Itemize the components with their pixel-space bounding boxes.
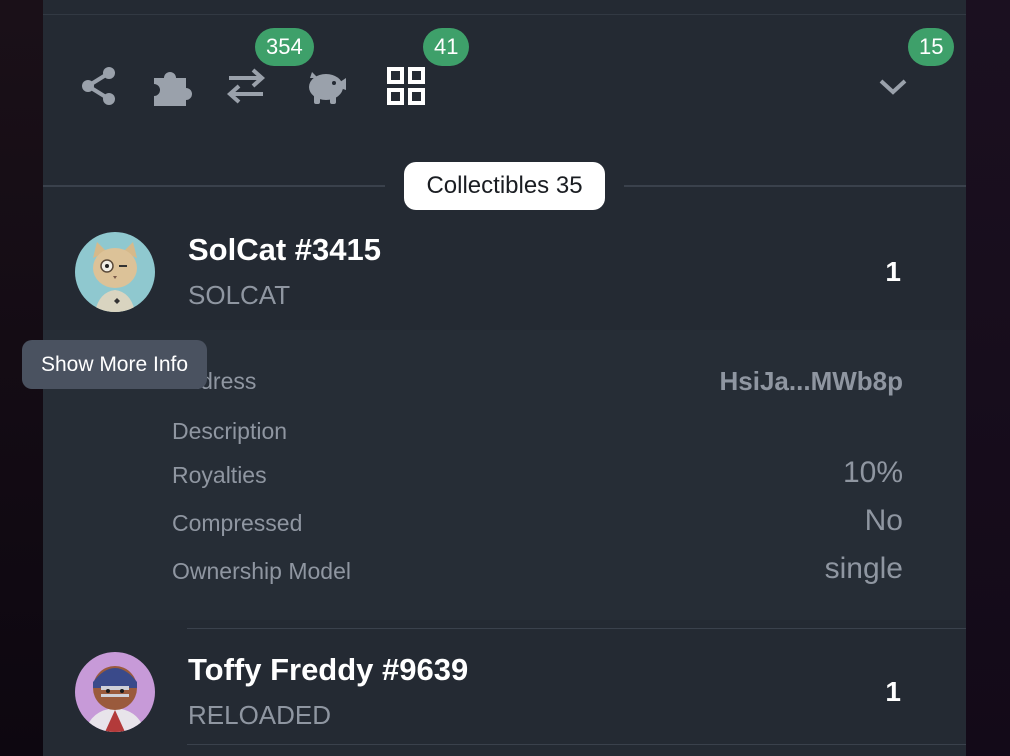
more-button[interactable]	[871, 66, 915, 110]
swap-icon	[225, 66, 267, 111]
item-name: Toffy Freddy #9639	[188, 652, 469, 687]
detail-row-royalties: Royalties 10%	[172, 456, 903, 496]
royalties-value: 10%	[842, 456, 903, 489]
piggy-bank-icon	[304, 66, 348, 111]
puzzle-icon	[150, 64, 194, 113]
item-quantity: 1	[885, 676, 901, 707]
ownership-model-value: single	[824, 552, 903, 585]
collectibles-count-badge: 41	[423, 28, 470, 66]
toolbar: 354 41 15	[43, 28, 966, 130]
compressed-value: No	[864, 504, 903, 537]
collectible-row-solcat[interactable]: SolCat #3415 SOLCAT 1	[43, 218, 966, 328]
item-quantity: 1	[885, 256, 901, 287]
show-more-info-tooltip: Show More Info	[22, 340, 207, 389]
more-count-badge: 15	[908, 28, 955, 66]
divider-line-right	[624, 185, 966, 187]
swap-count-badge: 354	[255, 28, 314, 66]
chevron-down-icon	[878, 76, 908, 101]
detail-row-ownership-model: Ownership Model single	[172, 552, 903, 592]
staking-button[interactable]	[304, 66, 348, 110]
section-divider: Collectibles 35	[43, 162, 966, 210]
top-divider	[43, 14, 966, 15]
grid-icon	[386, 66, 426, 111]
divider-line-left	[43, 185, 385, 187]
share-icon	[79, 65, 119, 112]
detail-label: Royalties	[172, 462, 267, 488]
share-button[interactable]	[77, 66, 121, 110]
item-name: SolCat #3415	[188, 232, 381, 267]
solcat-avatar	[75, 232, 155, 312]
row-separator	[187, 744, 966, 745]
collectibles-section-label[interactable]: Collectibles 35	[404, 162, 605, 210]
address-value[interactable]: HsiJa...MWb8p	[720, 366, 903, 397]
detail-row-description: Description	[172, 412, 903, 452]
detail-label: Ownership Model	[172, 558, 351, 584]
row-separator	[187, 628, 966, 629]
detail-label: Description	[172, 418, 288, 444]
extensions-button[interactable]	[150, 66, 194, 110]
item-symbol: RELOADED	[188, 700, 332, 730]
item-symbol: SOLCAT	[188, 280, 291, 310]
right-backdrop	[966, 0, 1010, 756]
collectibles-grid-button[interactable]	[384, 66, 428, 110]
swap-button[interactable]	[224, 66, 268, 110]
detail-label: Compressed	[172, 510, 303, 536]
toffy-freddy-avatar	[75, 652, 155, 732]
collectible-row-toffy-freddy[interactable]: Toffy Freddy #9639 RELOADED 1	[43, 638, 966, 748]
detail-row-address: Address HsiJa...MWb8p	[172, 362, 903, 402]
detail-row-compressed: Compressed No	[172, 504, 903, 544]
